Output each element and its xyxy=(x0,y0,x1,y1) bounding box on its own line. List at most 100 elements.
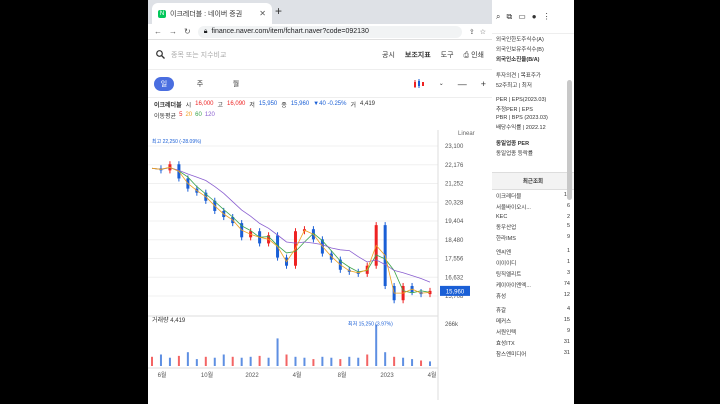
ma-120[interactable]: 120 xyxy=(205,112,215,118)
recent-item[interactable]: 한라IMS 9 xyxy=(492,232,574,243)
volume-bar xyxy=(312,359,315,366)
recent-item[interactable]: 휴갈 4 xyxy=(492,304,574,315)
dividend-yield: 배당수익률 | 2022.12 xyxy=(496,125,546,131)
volume-bar xyxy=(366,354,369,366)
candle-type-icon[interactable] xyxy=(413,78,425,89)
share-icon[interactable]: ⇪ xyxy=(469,28,475,36)
period-bar: 일 주 월 ⌄ — + xyxy=(148,70,492,98)
recent-item-count: 5 xyxy=(566,222,570,229)
forward-icon[interactable]: → xyxy=(169,27,177,36)
naver-favicon-icon: N xyxy=(158,9,166,18)
volume-bar xyxy=(168,357,171,366)
search-icon[interactable] xyxy=(156,50,165,59)
tab-search-icon[interactable]: ⌕ xyxy=(496,12,500,22)
volume-bar xyxy=(195,359,198,366)
price-chart[interactable]: Linear 23,100 22,176 21,252 20,328 19,404 18,4… xyxy=(148,130,492,404)
address-bar-row: ← → ↻ 🔒︎ finance.naver.com/item/fchart.n… xyxy=(148,24,492,40)
profile-icon[interactable]: ● xyxy=(532,12,537,21)
close-price: 15,960 xyxy=(290,101,310,107)
recent-item-name: 이이이디 xyxy=(496,260,517,267)
x-tick-label: 2023 xyxy=(380,373,394,379)
print-icon: ⎙ xyxy=(463,51,470,59)
y-tick-label: 21,252 xyxy=(445,182,464,188)
close-tab-icon[interactable]: ✕ xyxy=(259,9,266,18)
browser-window: N 이크레더블 : 네이버 증권 ✕ + ← → ↻ 🔒︎ finance.na… xyxy=(148,0,492,404)
recent-item-count: 6 xyxy=(566,202,570,209)
volume-bar xyxy=(177,355,180,366)
browser-tab[interactable]: N 이크레더블 : 네이버 증권 ✕ xyxy=(152,3,272,24)
low-marker: 최저 15,250 (3.97%) xyxy=(348,320,393,327)
recent-item-count: 12 xyxy=(563,291,570,298)
foreign-holding: 외국인보유주식수(B) xyxy=(496,47,544,53)
recent-item[interactable]: 메커스 15 xyxy=(492,315,574,326)
ma-60[interactable]: 60 xyxy=(195,112,202,118)
volume-bar xyxy=(276,338,279,366)
url-field[interactable]: 🔒︎ finance.naver.com/item/fchart.naver?c… xyxy=(197,25,462,38)
recent-item-name: 참스엔미디어 xyxy=(496,351,527,358)
x-tick-label: 10월 xyxy=(201,371,213,379)
new-tab-icon[interactable]: + xyxy=(275,4,282,18)
period-month-button[interactable]: 월 xyxy=(226,77,246,91)
reload-icon[interactable]: ↻ xyxy=(184,27,191,36)
recent-item-count: 74 xyxy=(563,280,570,287)
disclosure-link[interactable]: 공시 xyxy=(382,50,395,60)
volume-bar xyxy=(411,359,414,366)
y-tick-label: 20,328 xyxy=(445,200,464,206)
menu-icon[interactable]: ⋮ xyxy=(543,12,551,21)
tools-link[interactable]: 도구 xyxy=(441,50,454,60)
last-price-label: 15,960 xyxy=(446,289,465,295)
recent-item[interactable]: 케이아이엔엑... 74 xyxy=(492,279,574,290)
tab-title: 이크레더블 : 네이버 증권 xyxy=(170,10,243,18)
browser-extension-icons: ⌕ ⧉ ▭ ● ⋮ xyxy=(492,0,574,34)
print-link[interactable]: ⎙ 인쇄 xyxy=(464,50,484,60)
volume-bar xyxy=(240,357,243,366)
recent-item-count: 3 xyxy=(566,269,570,276)
recent-item[interactable]: 참스엔미디어 31 xyxy=(492,348,574,359)
volume-bar xyxy=(339,359,342,366)
back-icon[interactable]: ← xyxy=(154,27,162,36)
recent-item[interactable]: 효성ITX 31 xyxy=(492,337,574,348)
volume-bar xyxy=(285,354,288,366)
recent-item-name: 서울바이오시... xyxy=(496,204,531,211)
y-tick-label: 16,632 xyxy=(445,275,464,281)
volume-bar xyxy=(159,354,162,366)
zoom-out-icon[interactable]: — xyxy=(458,79,467,89)
volume-bar xyxy=(384,352,387,366)
recent-item-name: 팅직엘리트 xyxy=(496,271,522,278)
recent-item-name: 휴갈 xyxy=(496,307,507,314)
y-tick-label: 17,556 xyxy=(445,257,464,263)
reading-list-icon[interactable]: ▭ xyxy=(518,12,526,21)
recent-item-count: 31 xyxy=(563,338,570,345)
recent-item[interactable]: 엔씨엔 1 xyxy=(492,246,574,257)
indicator-link[interactable]: 보조지표 xyxy=(405,50,431,60)
tab-strip: N 이크레더블 : 네이버 증권 ✕ + xyxy=(148,0,492,24)
volume-bar xyxy=(303,357,306,366)
recent-item[interactable]: 이크레더블15 xyxy=(492,190,574,201)
puzzle-icon[interactable]: ⧉ xyxy=(506,12,512,22)
period-day-button[interactable]: 일 xyxy=(154,76,174,91)
scrollbar[interactable] xyxy=(567,80,572,200)
recent-item[interactable]: 팅직엘리트 3 xyxy=(492,268,574,279)
bookmark-star-icon[interactable]: ☆ xyxy=(480,28,486,36)
high-price: 16,090 xyxy=(227,101,246,107)
period-week-button[interactable]: 주 xyxy=(190,77,210,91)
ma-line-60 xyxy=(151,167,431,294)
ma-20[interactable]: 20 xyxy=(185,112,192,118)
chart-toolbar: 종목 또는 지수비교 공시 보조지표 도구 ⎙ 인쇄 xyxy=(148,40,492,70)
recent-item[interactable]: 휴성 12 xyxy=(492,290,574,301)
recent-views: 최근조회 이크레더블15서울바이오시...6KEC2동우산업5한라IMS9엔씨엔… xyxy=(492,172,574,359)
recent-item[interactable]: 이이이디 1 xyxy=(492,257,574,268)
low-price: 15,950 xyxy=(258,101,278,107)
lock-icon: 🔒︎ xyxy=(203,27,208,35)
zoom-in-icon[interactable]: + xyxy=(481,79,486,89)
foreign-ratio: 외국인소진율(B/A) xyxy=(496,57,540,63)
ma-5[interactable]: 5 xyxy=(179,112,182,118)
x-tick-label: 2022 xyxy=(245,373,259,379)
search-input[interactable]: 종목 또는 지수비교 xyxy=(171,50,226,60)
volume-bar xyxy=(375,324,378,366)
recent-item[interactable]: 서원인텍 9 xyxy=(492,326,574,337)
chevron-down-icon[interactable]: ⌄ xyxy=(439,80,444,87)
recent-item[interactable]: 동우산업 5 xyxy=(492,221,574,232)
recent-item[interactable]: 서울바이오시... 6 xyxy=(492,201,574,212)
recent-item[interactable]: KEC 2 xyxy=(492,212,574,221)
